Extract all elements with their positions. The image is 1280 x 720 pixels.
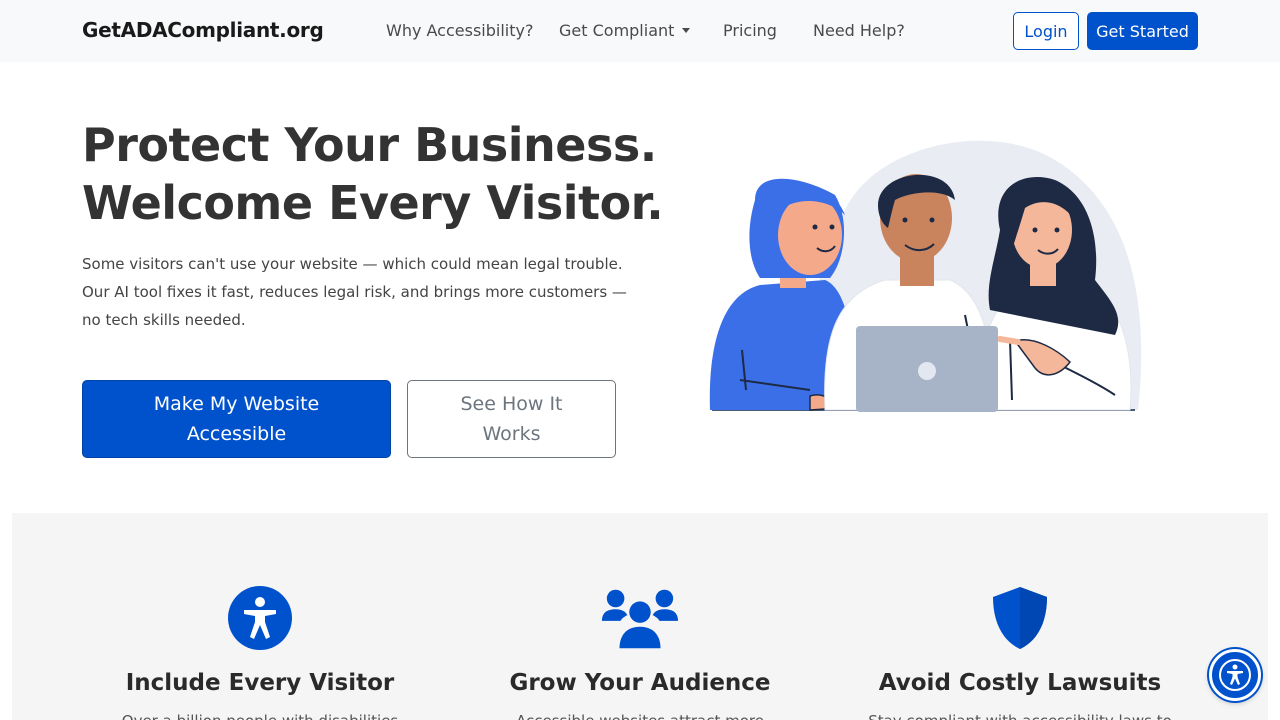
accessibility-icon bbox=[220, 583, 300, 653]
feature-title: Grow Your Audience bbox=[509, 670, 771, 696]
hero-illustration bbox=[709, 140, 1142, 412]
feature-title: Include Every Visitor bbox=[125, 670, 395, 696]
feature-text: Over a billion people with disabilities bbox=[70, 712, 450, 720]
make-website-accessible-button[interactable]: Make My Website Accessible bbox=[82, 380, 391, 458]
accessibility-person-icon bbox=[1219, 659, 1251, 691]
shield-icon bbox=[980, 583, 1060, 653]
hero-title-line-1: Protect Your Business. bbox=[82, 118, 657, 172]
hero-title: Protect Your Business. Welcome Every Vis… bbox=[82, 116, 664, 232]
see-how-it-works-button[interactable]: See How It Works bbox=[407, 380, 616, 458]
hero-description: Some visitors can't use your website — w… bbox=[82, 255, 627, 329]
nav-link-pricing[interactable]: Pricing bbox=[723, 21, 777, 40]
features-section: Include Every Visitor Over a billion peo… bbox=[12, 513, 1268, 720]
brand-logo-link[interactable]: GetADACompliant.org bbox=[82, 18, 324, 42]
hero-title-line-2: Welcome Every Visitor. bbox=[82, 176, 664, 230]
feature-text: Accessible websites attract more bbox=[450, 712, 830, 720]
top-navbar: GetADACompliant.org Why Accessibility? G… bbox=[0, 0, 1280, 62]
get-started-button[interactable]: Get Started bbox=[1087, 12, 1198, 50]
users-group-icon bbox=[600, 583, 680, 653]
nav-link-need-help[interactable]: Need Help? bbox=[813, 21, 905, 40]
caret-down-icon bbox=[682, 28, 691, 33]
nav-dropdown-get-compliant[interactable]: Get Compliant bbox=[559, 21, 691, 40]
nav-link-why-accessibility[interactable]: Why Accessibility? bbox=[386, 21, 533, 40]
feature-text: Stay compliant with accessibility laws t… bbox=[830, 712, 1210, 720]
login-button[interactable]: Login bbox=[1013, 12, 1079, 50]
feature-title: Avoid Costly Lawsuits bbox=[878, 670, 1162, 696]
accessibility-widget-button[interactable] bbox=[1209, 649, 1261, 701]
nav-dropdown-label: Get Compliant bbox=[559, 21, 675, 40]
